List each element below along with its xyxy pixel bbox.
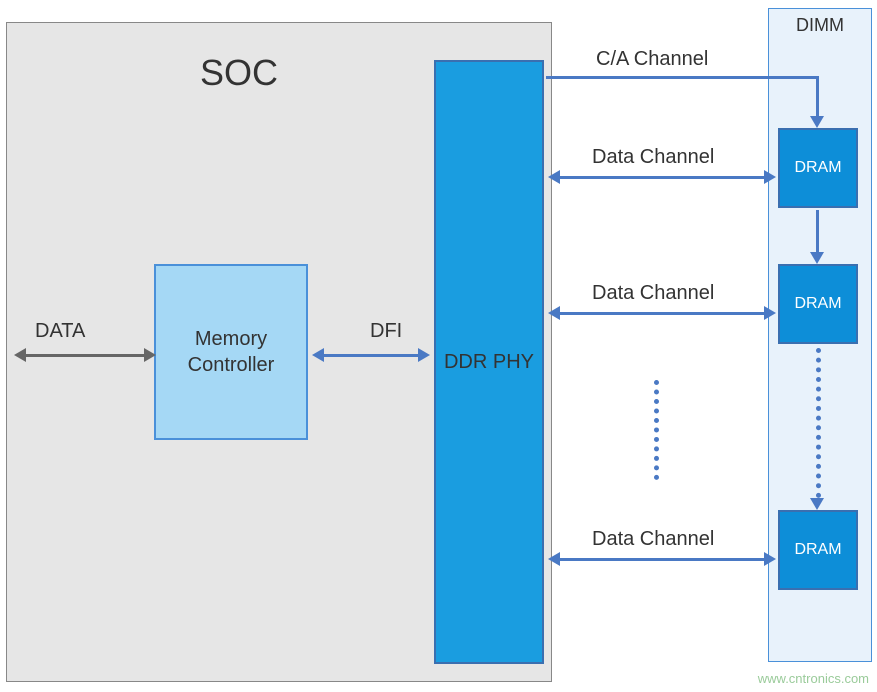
dram1-to-dram2-line: [816, 210, 819, 254]
data-ch1-head-left: [548, 170, 560, 184]
data-ch2-line: [558, 312, 766, 315]
data-ch1-line: [558, 176, 766, 179]
dram-block-3: DRAM: [778, 510, 858, 590]
dfi-arrow-head-right: [418, 348, 430, 362]
watermark-text: www.cntronics.com: [758, 671, 869, 686]
data-channel-label-2: Data Channel: [592, 282, 714, 305]
dram-label: DRAM: [794, 541, 841, 559]
dram-chain-dotted: [816, 348, 822, 498]
ca-arrow-vline: [816, 76, 819, 118]
data-arrow-line: [24, 354, 146, 357]
channel-dots: [654, 380, 660, 480]
data-bus-label: DATA: [35, 320, 85, 343]
memory-controller-label: Memory Controller: [188, 326, 275, 378]
data-ch2-head-right: [764, 306, 776, 320]
data-channel-label-3: Data Channel: [592, 528, 714, 551]
dfi-bus-label: DFI: [370, 320, 402, 343]
data-ch3-line: [558, 558, 766, 561]
data-arrow-head-left: [14, 348, 26, 362]
dfi-arrow-head-left: [312, 348, 324, 362]
ca-arrow-head-down: [810, 116, 824, 128]
dram-label: DRAM: [794, 295, 841, 313]
dram-chain-head: [810, 498, 824, 510]
data-ch3-head-right: [764, 552, 776, 566]
dram-label: DRAM: [794, 159, 841, 177]
ddr-phy-label: DDR PHY: [444, 351, 534, 374]
dram-block-1: DRAM: [778, 128, 858, 208]
data-ch3-head-left: [548, 552, 560, 566]
data-ch2-head-left: [548, 306, 560, 320]
memory-controller-block: Memory Controller: [154, 264, 308, 440]
dram1-to-dram2-head: [810, 252, 824, 264]
data-arrow-head-right: [144, 348, 156, 362]
ca-arrow-hline: [546, 76, 816, 79]
dimm-title: DIMM: [796, 15, 844, 35]
data-channel-label-1: Data Channel: [592, 146, 714, 169]
dram-block-2: DRAM: [778, 264, 858, 344]
ddr-phy-block: DDR PHY: [434, 60, 544, 664]
ca-channel-label: C/A Channel: [596, 48, 708, 71]
soc-title: SOC: [200, 52, 278, 94]
data-ch1-head-right: [764, 170, 776, 184]
dfi-arrow-line: [322, 354, 420, 357]
